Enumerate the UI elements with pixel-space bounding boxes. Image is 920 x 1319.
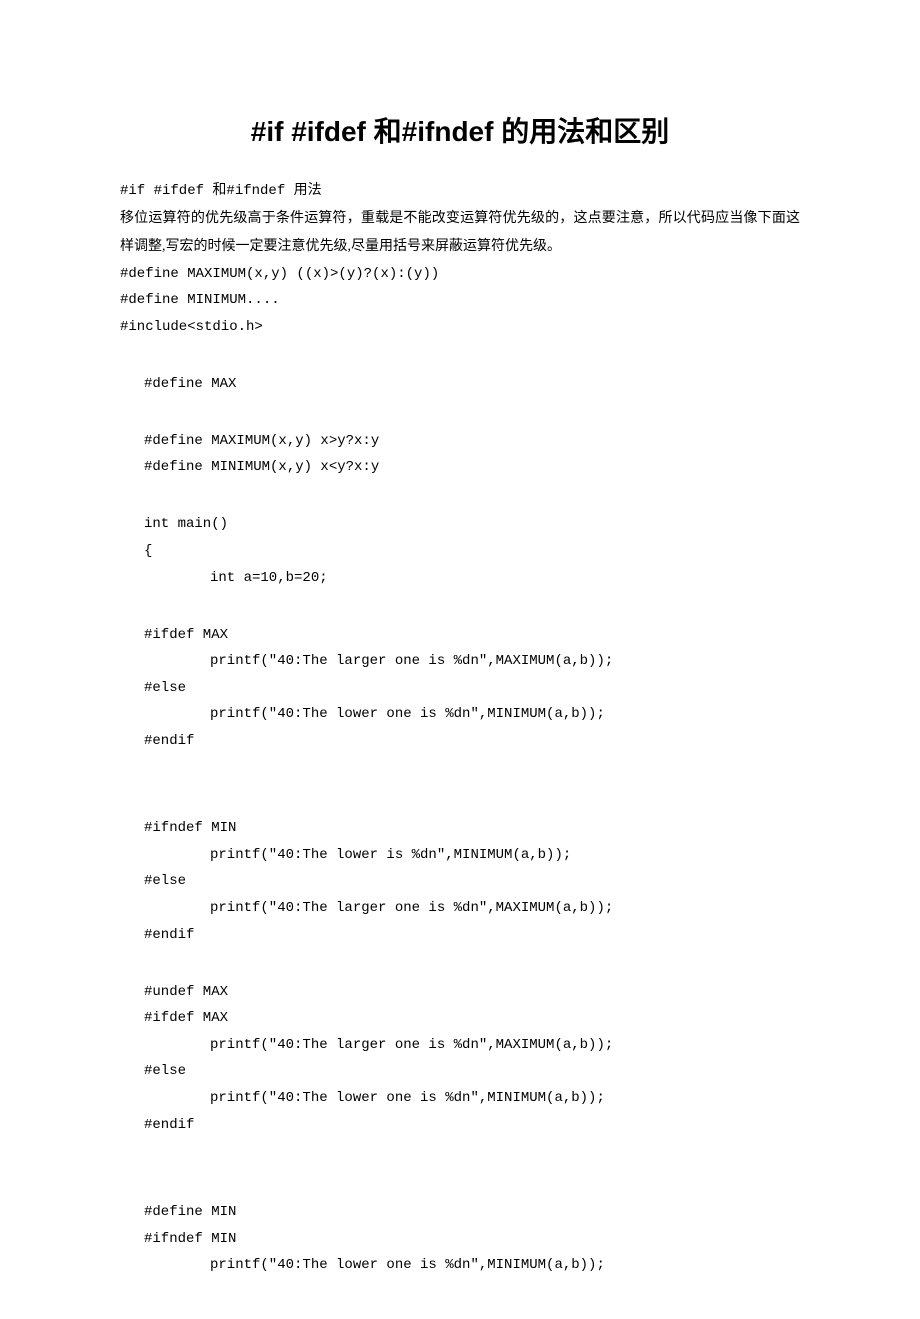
code-line: #define MAXIMUM(x,y) x>y?x:y	[120, 428, 800, 455]
code-line: #undef MAX	[120, 979, 800, 1006]
code-line: #ifndef MIN	[120, 1226, 800, 1253]
blank-line	[120, 397, 800, 427]
code-line: {	[120, 538, 800, 565]
code-line: printf("40:The larger one is %dn",MAXIMU…	[120, 648, 800, 675]
code-line: #endif	[120, 922, 800, 949]
code-line: printf("40:The larger one is %dn",MAXIMU…	[120, 895, 800, 922]
code-line: #define MAX	[120, 371, 800, 398]
code-line: #else	[120, 868, 800, 895]
code-line: int a=10,b=20;	[120, 565, 800, 592]
code-line: #define MINIMUM....	[120, 287, 800, 314]
blank-line	[120, 481, 800, 511]
code-line: #define MIN	[120, 1199, 800, 1226]
code-line: #define MAXIMUM(x,y) ((x)>(y)?(x):(y))	[120, 261, 800, 288]
code-line: printf("40:The lower one is %dn",MINIMUM…	[120, 1085, 800, 1112]
code-line: #define MINIMUM(x,y) x<y?x:y	[120, 454, 800, 481]
paragraph-intro: 移位运算符的优先级高于条件运算符，重载是不能改变运算符优先级的，这点要注意，所以…	[120, 205, 800, 261]
section-subtitle: #if #ifdef 和#ifndef 用法	[120, 178, 800, 205]
blank-line	[120, 754, 800, 784]
blank-line	[120, 591, 800, 621]
code-line: #else	[120, 675, 800, 702]
code-line: printf("40:The larger one is %dn",MAXIMU…	[120, 1032, 800, 1059]
code-line: #ifndef MIN	[120, 815, 800, 842]
blank-line	[120, 948, 800, 978]
blank-line	[120, 1138, 800, 1168]
code-line: #endif	[120, 1112, 800, 1139]
blank-line	[120, 785, 800, 815]
blank-line	[120, 340, 800, 370]
code-line: #include<stdio.h>	[120, 314, 800, 341]
code-line: printf("40:The lower is %dn",MINIMUM(a,b…	[120, 842, 800, 869]
code-line: #ifdef MAX	[120, 622, 800, 649]
blank-line	[120, 1169, 800, 1199]
document-page: #if #ifdef 和#ifndef 的用法和区别 #if #ifdef 和#…	[0, 0, 920, 1319]
code-line: printf("40:The lower one is %dn",MINIMUM…	[120, 1252, 800, 1279]
code-line: #else	[120, 1058, 800, 1085]
code-line: #endif	[120, 728, 800, 755]
code-line: #ifdef MAX	[120, 1005, 800, 1032]
code-line: printf("40:The lower one is %dn",MINIMUM…	[120, 701, 800, 728]
code-line: int main()	[120, 511, 800, 538]
page-title: #if #ifdef 和#ifndef 的用法和区别	[120, 110, 800, 150]
